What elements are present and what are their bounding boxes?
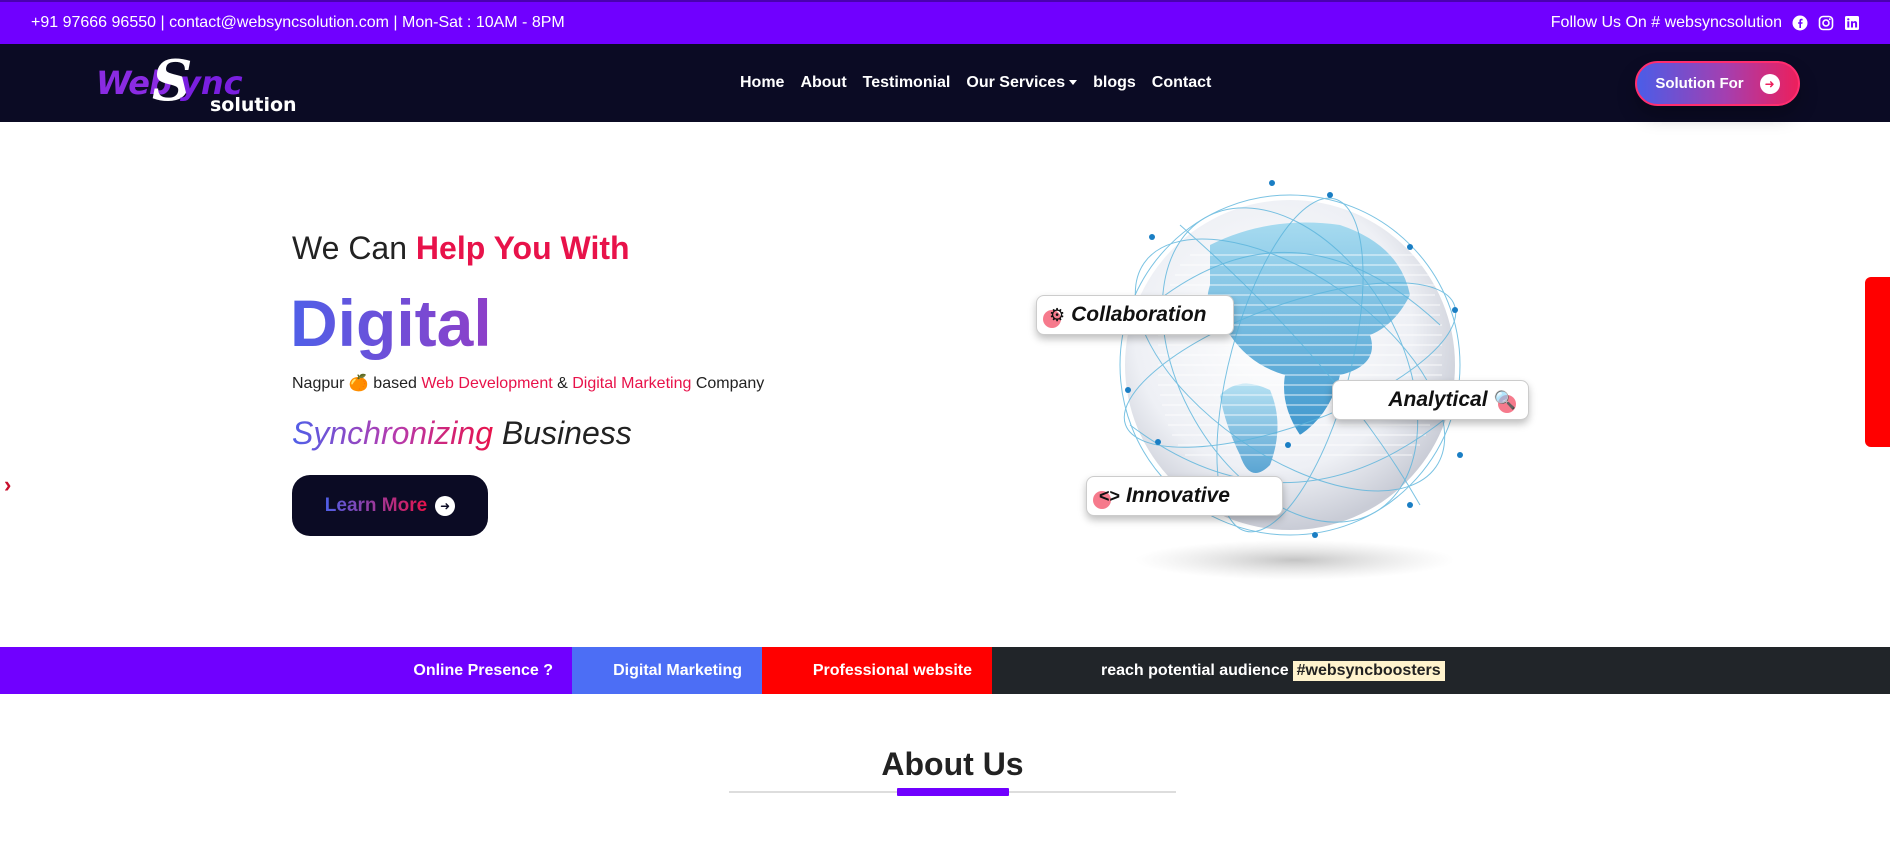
top-bar: +91 97666 96550 | contact@websyncsolutio… xyxy=(0,0,1890,44)
analytical-label: Analytical xyxy=(1388,388,1488,411)
hero-sub-location: Nagpur 🍊 based xyxy=(292,375,422,392)
ticker-reach-audience: reach potential audience xyxy=(1101,661,1289,679)
hero-intro-accent: Help You With xyxy=(415,230,630,266)
main-menu: Home About Testimonial Our Services blog… xyxy=(740,44,1211,122)
hero-tagline: Synchronizing Business xyxy=(292,415,632,452)
hero-headline: Digital xyxy=(290,286,492,360)
solution-for-button[interactable]: Solution For ➜ xyxy=(1635,61,1800,106)
solution-for-label: Solution For xyxy=(1655,75,1744,92)
hero-sub-company: Company xyxy=(691,375,765,392)
arrow-right-icon: ➜ xyxy=(435,495,456,516)
logo-solution-text: solution xyxy=(210,94,297,116)
nav-about[interactable]: About xyxy=(800,74,846,92)
contact-info: +91 97666 96550 | contact@websyncsolutio… xyxy=(31,14,565,31)
nav-home[interactable]: Home xyxy=(740,74,784,92)
hero-subtitle: Nagpur 🍊 based Web Development & Digital… xyxy=(292,373,764,393)
instagram-icon[interactable] xyxy=(1818,15,1834,31)
linkedin-icon[interactable] xyxy=(1844,15,1860,31)
code-icon: <> xyxy=(1099,485,1121,506)
collaboration-label: Collaboration xyxy=(1071,303,1207,326)
quick-enquiry-tab[interactable] xyxy=(1865,277,1890,447)
nav-blogs[interactable]: blogs xyxy=(1093,74,1136,92)
hero-intro-plain: We Can xyxy=(292,230,416,266)
navbar: Web S ync solution Home About Testimonia… xyxy=(0,44,1890,122)
ticker-item: Digital Marketing xyxy=(572,647,762,694)
follow-us: Follow Us On # websyncsolution xyxy=(1551,14,1860,32)
nav-contact[interactable]: Contact xyxy=(1152,74,1212,92)
facebook-icon[interactable] xyxy=(1792,15,1808,31)
chevron-down-icon xyxy=(1069,80,1078,86)
nav-our-services-label: Our Services xyxy=(966,74,1066,91)
learn-more-label: Learn More xyxy=(324,494,428,516)
hashtag-badge: #websyncboosters xyxy=(1292,660,1445,681)
hero-tagline-accent: Synchronizing xyxy=(292,415,493,451)
learn-more-button[interactable]: Learn More ➜ xyxy=(292,475,488,536)
gears-icon: ⚙ xyxy=(1049,304,1066,325)
about-us-heading: About Us xyxy=(881,746,1024,782)
ticker-item: Online Presence ? xyxy=(0,647,572,694)
ticker-online-presence: Online Presence ? xyxy=(413,661,553,679)
magnifier-icon: 🔍 xyxy=(1493,389,1516,410)
follow-label: Follow Us On # websyncsolution xyxy=(1550,14,1782,31)
collaboration-chip: ⚙ Collaboration xyxy=(1036,295,1234,335)
hero-sub-digimark: Digital Marketing xyxy=(572,375,692,392)
ticker-digital-marketing: Digital Marketing xyxy=(613,661,742,679)
innovative-chip: <> Innovative xyxy=(1086,476,1283,516)
hero-sub-amp: & xyxy=(552,375,573,392)
heading-underline xyxy=(897,788,1009,796)
hero-intro: We Can Help You With xyxy=(292,230,630,267)
ticker-strip: Online Presence ? Digital Marketing Prof… xyxy=(0,647,1890,694)
hero-tagline-plain: Business xyxy=(493,415,632,451)
analytical-chip: Analytical 🔍 xyxy=(1332,380,1529,420)
globe-illustration xyxy=(1040,165,1560,585)
nav-our-services[interactable]: Our Services xyxy=(966,74,1078,92)
hero-sub-webdev: Web Development xyxy=(421,375,553,392)
innovative-label: Innovative xyxy=(1126,484,1230,507)
ticker-professional-website: Professional website xyxy=(812,661,972,679)
ticker-item: Professional website xyxy=(762,647,992,694)
arrow-right-icon: ➜ xyxy=(1759,73,1780,94)
websync-logo[interactable]: Web S ync solution xyxy=(96,48,297,116)
chevron-right-icon[interactable]: › xyxy=(4,472,11,498)
ticker-item: reach potential audience #websyncbooster… xyxy=(992,647,1890,694)
nav-testimonial[interactable]: Testimonial xyxy=(863,74,951,92)
